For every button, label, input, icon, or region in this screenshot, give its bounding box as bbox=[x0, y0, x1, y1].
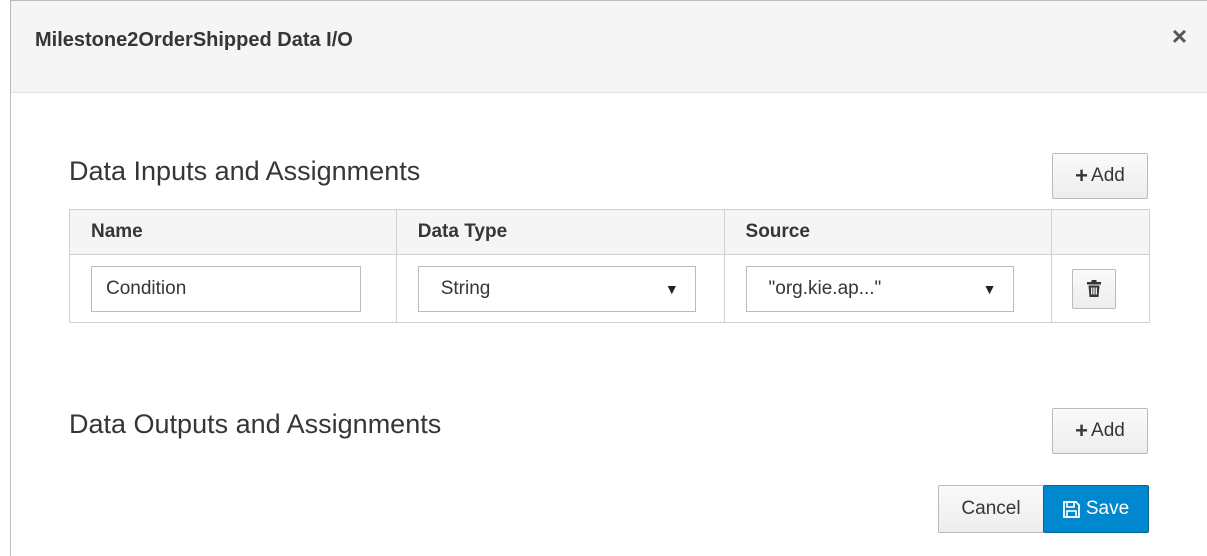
name-input[interactable]: Condition bbox=[91, 265, 361, 312]
name-input-value: Condition bbox=[106, 277, 187, 299]
caret-down-icon: ▼ bbox=[664, 280, 679, 297]
inputs-section-title: Data Inputs and Assignments bbox=[69, 156, 421, 186]
caret-down-icon: ▼ bbox=[982, 280, 997, 297]
data-type-value: String bbox=[440, 277, 491, 299]
close-icon[interactable]: × bbox=[1172, 23, 1187, 49]
outputs-section-title: Data Outputs and Assignments bbox=[69, 409, 442, 439]
table-row: Condition String ▼ "org.kie.ap..." ▼ bbox=[69, 254, 1150, 323]
save-button[interactable]: Save bbox=[1043, 485, 1149, 533]
data-io-dialog: Milestone2OrderShipped Data I/O × Data I… bbox=[10, 0, 1207, 556]
inputs-table: Name Data Type Source Condition String ▼ bbox=[69, 209, 1150, 323]
dialog-title: Milestone2OrderShipped Data I/O bbox=[35, 29, 353, 51]
source-value: "org.kie.ap..." bbox=[768, 277, 882, 299]
add-output-label: Add bbox=[1091, 420, 1125, 441]
add-output-button[interactable]: + Add bbox=[1052, 408, 1148, 454]
column-header-data-type: Data Type bbox=[395, 209, 725, 255]
plus-icon: + bbox=[1075, 163, 1089, 188]
column-header-actions bbox=[1051, 209, 1150, 255]
delete-row-button[interactable] bbox=[1072, 268, 1117, 309]
trash-icon bbox=[1087, 280, 1102, 297]
save-icon bbox=[1062, 500, 1080, 518]
source-cell: "org.kie.ap..." ▼ bbox=[723, 254, 1053, 323]
add-input-button[interactable]: + Add bbox=[1052, 153, 1148, 199]
data-type-cell: String ▼ bbox=[395, 254, 725, 323]
table-header-row: Name Data Type Source bbox=[69, 209, 1150, 255]
cancel-label: Cancel bbox=[961, 498, 1021, 519]
dialog-header: Milestone2OrderShipped Data I/O × bbox=[11, 1, 1207, 93]
plus-icon: + bbox=[1075, 418, 1089, 443]
save-label: Save bbox=[1085, 498, 1130, 519]
column-header-source: Source bbox=[723, 209, 1053, 255]
actions-cell bbox=[1051, 254, 1150, 323]
name-cell: Condition bbox=[69, 254, 397, 323]
add-input-label: Add bbox=[1091, 165, 1125, 186]
cancel-button[interactable]: Cancel bbox=[938, 485, 1044, 533]
source-select[interactable]: "org.kie.ap..." ▼ bbox=[745, 265, 1014, 312]
data-type-select[interactable]: String ▼ bbox=[417, 265, 696, 312]
column-header-name: Name bbox=[69, 209, 397, 255]
